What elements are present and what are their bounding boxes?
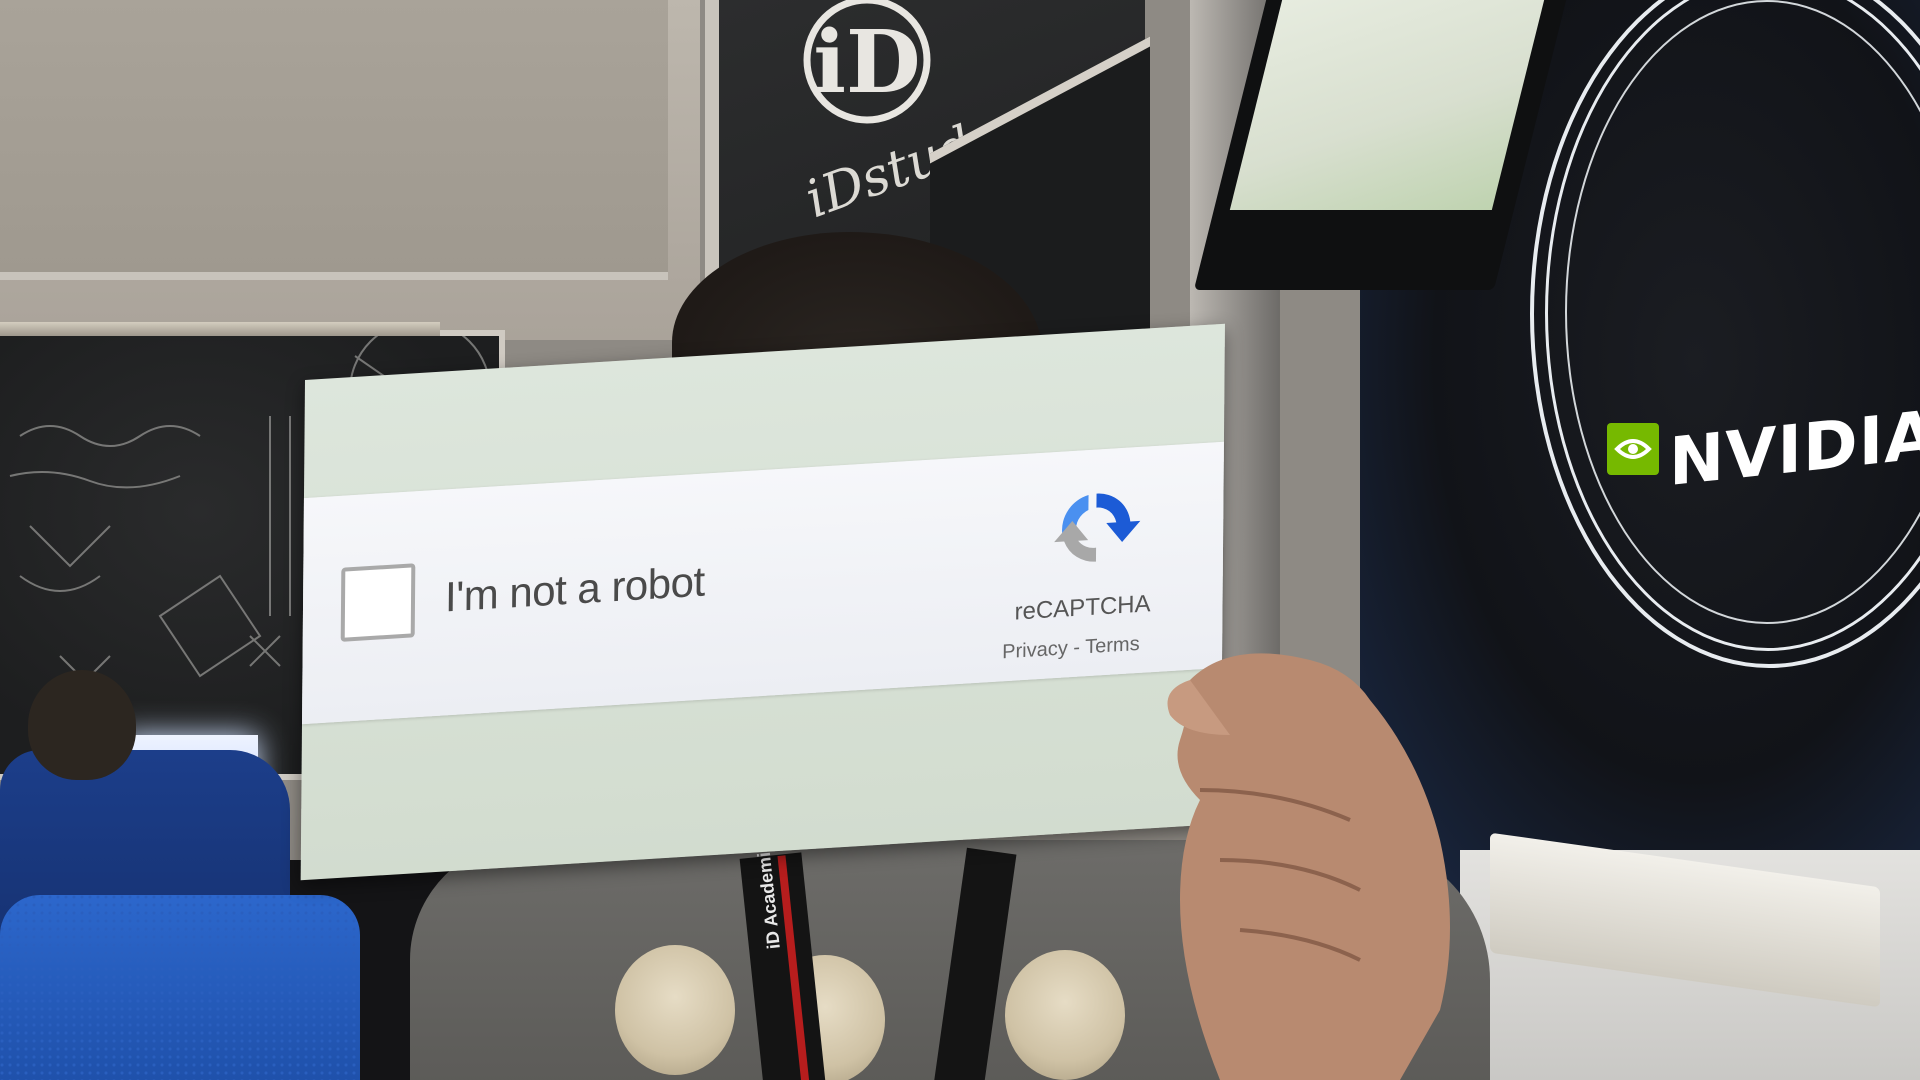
background-person-head — [28, 670, 136, 780]
recaptcha-brand: reCAPTCHA — [1014, 590, 1151, 626]
recaptcha-icon — [1054, 493, 1141, 562]
captcha-label: I'm not a robot — [444, 557, 705, 621]
board-rail — [0, 322, 440, 336]
photo-scene: iD iDstudent — [0, 0, 1920, 1080]
nvidia-logo: NVIDIA — [1607, 396, 1920, 501]
nvidia-eye-icon — [1607, 422, 1659, 475]
shirt-print — [1005, 950, 1125, 1080]
recaptcha-links[interactable]: Privacy - Terms — [1002, 633, 1140, 664]
monitor-screen — [1229, 0, 1552, 210]
captcha-checkbox[interactable] — [340, 563, 416, 642]
blue-chair — [0, 895, 360, 1080]
printed-paper: I'm not a robot reCAPTCHA Privacy - Term… — [300, 323, 1225, 881]
nvidia-wordmark: NVIDIA — [1669, 395, 1920, 502]
shirt-print — [615, 945, 735, 1075]
svg-text:iD: iD — [813, 12, 920, 113]
recaptcha-widget: I'm not a robot reCAPTCHA Privacy - Term… — [301, 441, 1224, 725]
ceiling-panel — [0, 0, 668, 280]
hand — [1167, 653, 1450, 1080]
